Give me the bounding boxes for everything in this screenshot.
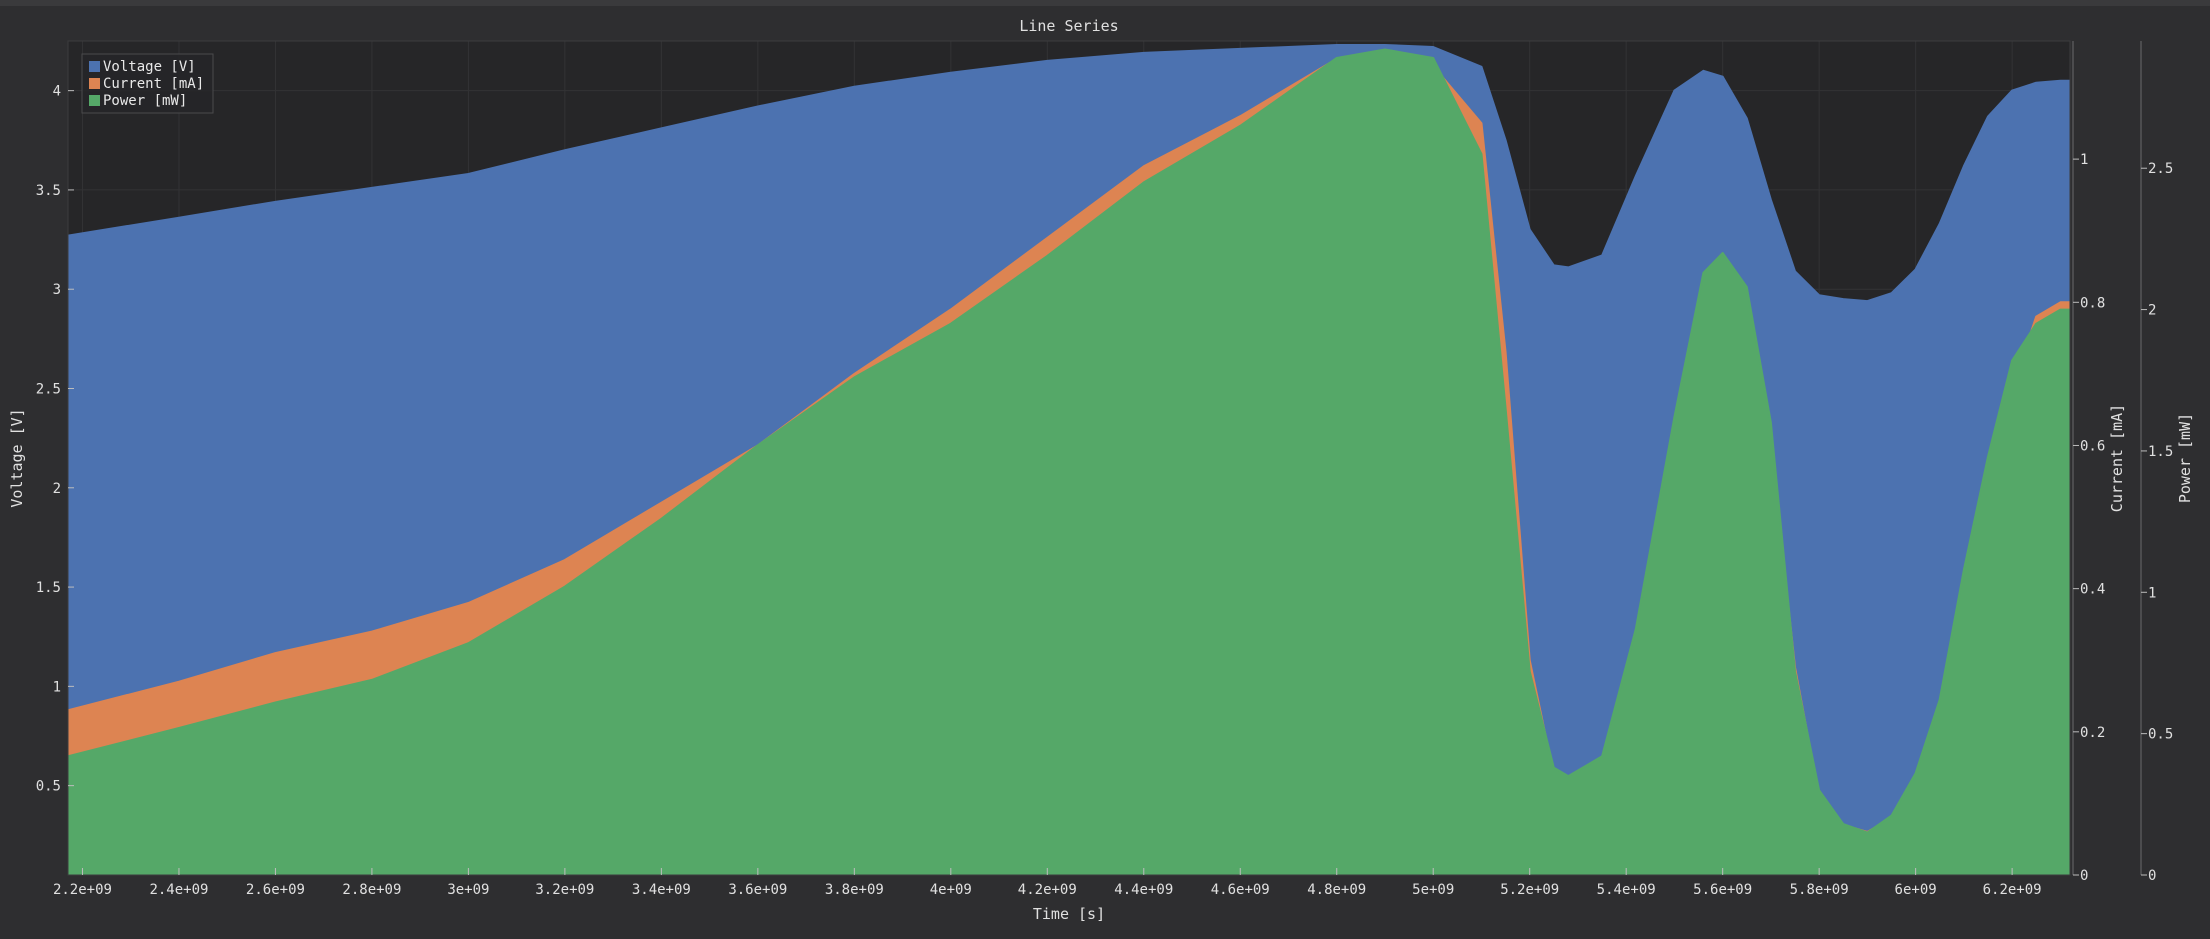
x-tick-label: 4.8e+09 [1307,882,1366,898]
y-tick-label-power: 0 [2148,868,2156,884]
window-top-bar [0,0,2210,6]
chart-root: Line Series Time [s] Voltage [V] Current… [0,0,2210,935]
legend-label-voltage: Voltage [V] [103,59,196,75]
legend-swatch-voltage [89,61,100,72]
x-tick-label: 3.4e+09 [632,882,691,898]
legend-item-voltage[interactable]: Voltage [V] [89,59,196,75]
y-tick-label-voltage: 3 [53,282,61,298]
legend-item-current[interactable]: Current [mA] [89,76,204,92]
y-tick-label-voltage: 2.5 [36,382,61,398]
y-tick-label-current: 0 [2080,868,2088,884]
x-tick-label: 3e+09 [447,882,489,898]
legend-label-current: Current [mA] [103,76,204,92]
y-tick-label-power: 0.5 [2148,727,2173,743]
legend-swatch-current [89,78,100,89]
line-series-chart[interactable]: Line Series Time [s] Voltage [V] Current… [0,0,2210,935]
x-tick-label: 3.2e+09 [535,882,594,898]
y-tick-label-power: 2 [2148,303,2156,319]
y-axis-label-current: Current [mA] [2108,404,2126,512]
y-tick-label-voltage: 3.5 [36,183,61,199]
y-tick-label-current: 0.8 [2080,295,2105,311]
y-tick-label-voltage: 0.5 [36,779,61,795]
legend-item-power[interactable]: Power [mW] [89,93,187,109]
x-tick-label: 2.2e+09 [53,882,112,898]
y-tick-label-power: 2.5 [2148,161,2173,177]
x-tick-label: 2.4e+09 [149,882,208,898]
x-tick-label: 6e+09 [1895,882,1937,898]
x-tick-label: 2.8e+09 [342,882,401,898]
y-axis-ticks-power: 0 0.5 1 1.5 2 2.5 [2140,41,2173,884]
x-tick-label: 5e+09 [1412,882,1454,898]
y-tick-label-voltage: 4 [53,84,61,100]
y-tick-label-power: 1 [2148,585,2156,601]
y-axis-ticks-current: 0 0.2 0.4 0.6 0.8 1 [2072,41,2105,884]
y-tick-label-current: 0.4 [2080,582,2105,598]
x-axis-label: Time [s] [1033,905,1105,923]
y-axis-label-voltage: Voltage [V] [8,408,26,507]
y-tick-label-current: 0.6 [2080,438,2105,454]
legend-swatch-power [89,95,100,106]
legend[interactable]: Voltage [V] Current [mA] Power [mW] [81,53,214,114]
y-tick-label-voltage: 1 [53,679,61,695]
x-tick-label: 4.4e+09 [1114,882,1173,898]
x-tick-label: 4.6e+09 [1211,882,1270,898]
x-tick-label: 3.8e+09 [825,882,884,898]
x-tick-label: 5.2e+09 [1500,882,1559,898]
y-tick-label-current: 1 [2080,152,2088,168]
x-tick-label: 4.2e+09 [1018,882,1077,898]
x-tick-label: 3.6e+09 [728,882,787,898]
x-tick-label: 4e+09 [930,882,972,898]
x-tick-label: 6.2e+09 [1983,882,2042,898]
y-axis-label-power: Power [mW] [2176,413,2194,503]
x-tick-label: 2.6e+09 [246,882,305,898]
y-tick-label-current: 0.2 [2080,725,2105,741]
chart-title: Line Series [1019,17,1118,35]
legend-label-power: Power [mW] [103,93,187,109]
x-tick-label: 5.4e+09 [1597,882,1656,898]
y-tick-label-voltage: 2 [53,481,61,497]
y-tick-label-voltage: 1.5 [36,580,61,596]
x-tick-label: 5.8e+09 [1790,882,1849,898]
y-tick-label-power: 1.5 [2148,444,2173,460]
x-tick-label: 5.6e+09 [1693,882,1752,898]
